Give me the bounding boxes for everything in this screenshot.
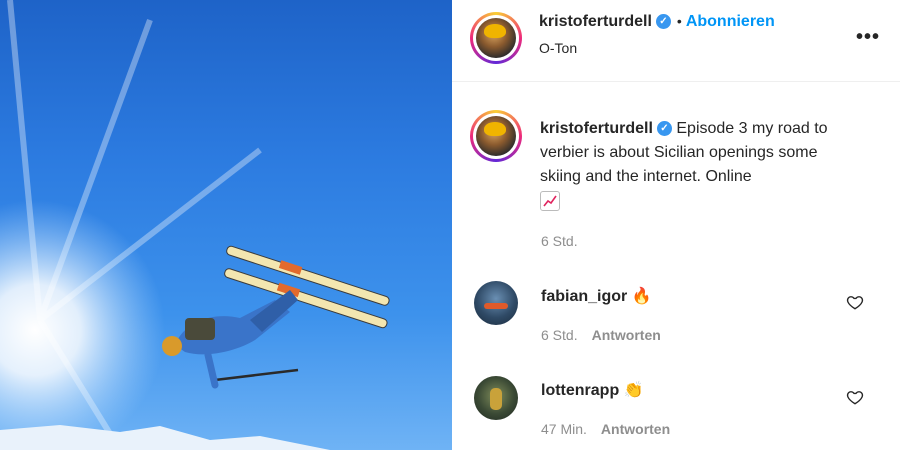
comment-avatar-fabian[interactable] [474,281,518,325]
caption-verified-badge-icon: ✓ [656,121,672,137]
post-media[interactable] [0,0,452,450]
caption-username[interactable]: kristoferturdell [540,120,653,137]
follow-button[interactable]: Abonnieren [686,13,775,30]
reply-button[interactable]: Antworten [592,327,661,343]
reply-button[interactable]: Antworten [601,421,670,437]
comment-row: lottenrapp 👏 [541,380,644,400]
clapping-emoji-icon: 👏 [623,382,644,399]
comment-username[interactable]: lottenrapp [541,382,619,399]
comment-row: fabian_igor 🔥 [541,286,652,306]
caption-timestamp: 6 Std. [541,233,578,249]
comment-avatar-lotten[interactable] [474,376,518,420]
comment-timestamp: 6 Std. [541,327,578,343]
like-heart-icon[interactable] [846,388,864,406]
skier-photo [0,0,390,450]
comment-meta: 6 Std. Antworten [541,327,661,345]
verified-badge-icon: ✓ [655,14,671,30]
post-header: kristoferturdell ✓ • Abonnieren O-Ton ••• [452,0,900,82]
audio-subtitle[interactable]: O-Ton [539,40,577,56]
comment-username[interactable]: fabian_igor [541,288,627,305]
chart-increasing-icon [540,190,560,211]
caption-author-avatar[interactable] [470,110,522,162]
fire-emoji-icon: 🔥 [631,288,652,305]
caption-avatar-image [476,116,516,156]
comment-timestamp: 47 Min. [541,421,587,437]
author-avatar[interactable] [470,12,522,64]
caption: kristoferturdell ✓ Episode 3 my road to v… [540,117,860,213]
more-options-icon[interactable]: ••• [856,26,880,49]
separator-dot: • [676,13,682,29]
post-details-panel: kristoferturdell ✓ • Abonnieren O-Ton ••• k… [452,0,900,450]
author-username[interactable]: kristoferturdell [539,13,652,30]
like-heart-icon[interactable] [846,293,864,311]
comment-meta: 47 Min. Antworten [541,421,670,439]
author-avatar-image [476,18,516,58]
